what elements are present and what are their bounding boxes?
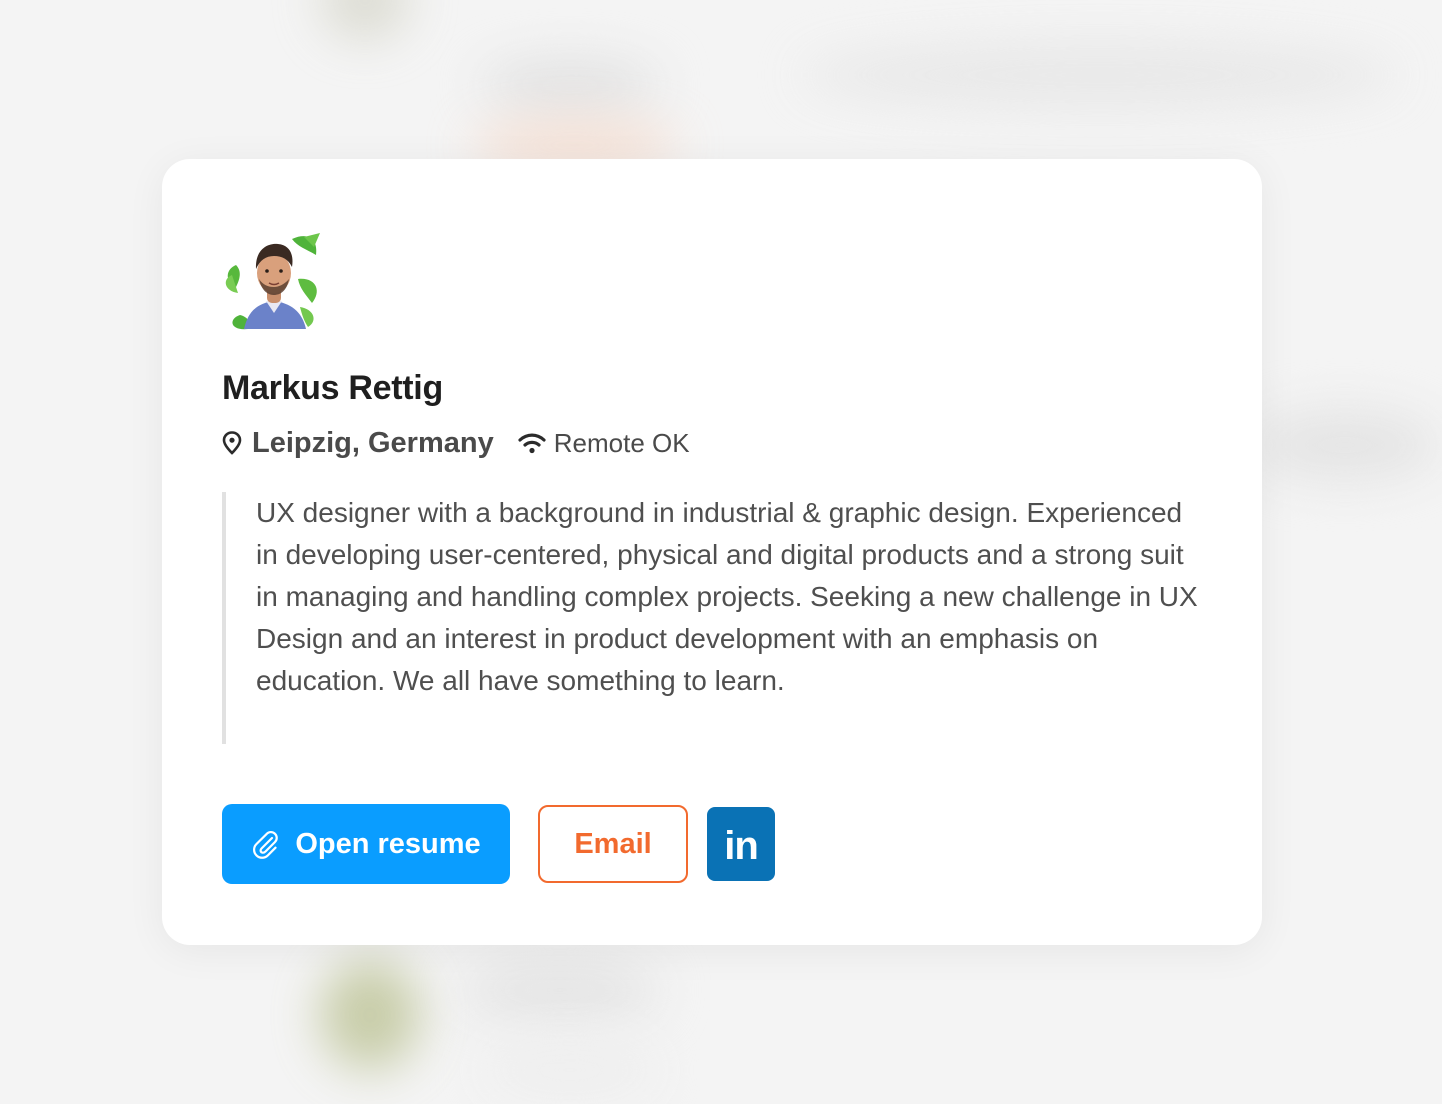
avatar — [222, 229, 324, 331]
linkedin-icon: in — [724, 823, 759, 868]
location: Leipzig, Germany — [222, 427, 494, 460]
background-blur-shape — [800, 40, 1400, 110]
background-blur-shape — [480, 1040, 660, 1100]
background-blur-shape — [1250, 410, 1440, 480]
profile-card: Markus Rettig Leipzig, Germany Remote OK… — [162, 159, 1262, 945]
remote-status: Remote OK — [518, 428, 690, 459]
background-blur-shape — [320, 960, 420, 1070]
profile-bio: UX designer with a background in industr… — [222, 492, 1202, 744]
open-resume-label: Open resume — [295, 827, 481, 860]
background-blur-shape — [480, 60, 660, 110]
profile-actions: Open resume Email in — [222, 804, 775, 884]
background-blur-shape — [320, 0, 410, 40]
linkedin-button[interactable]: in — [707, 807, 775, 881]
email-button[interactable]: Email — [538, 805, 688, 883]
location-text: Leipzig, Germany — [252, 426, 494, 459]
profile-name: Markus Rettig — [222, 369, 443, 407]
profile-meta: Leipzig, Germany Remote OK — [222, 425, 690, 461]
map-pin-icon — [222, 431, 242, 455]
open-resume-button[interactable]: Open resume — [222, 804, 510, 884]
background-blur-shape — [460, 960, 660, 1020]
wifi-icon — [518, 433, 546, 454]
avatar-image — [225, 233, 320, 330]
paperclip-icon — [253, 830, 279, 859]
remote-text: Remote OK — [553, 427, 690, 458]
